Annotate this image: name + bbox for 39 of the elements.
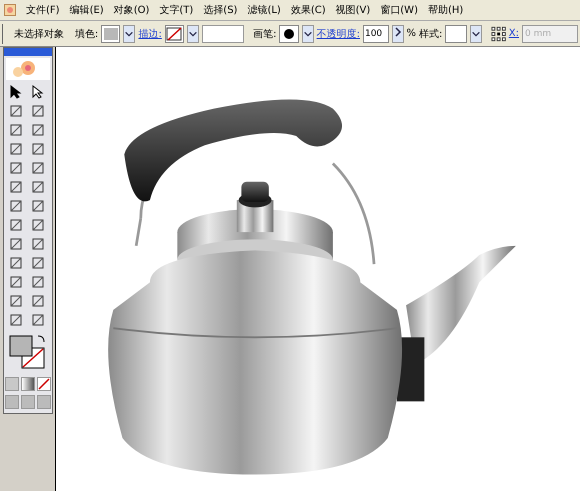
fill-swatch[interactable] (101, 24, 120, 42)
opacity-arrow-button[interactable] (392, 24, 404, 42)
opacity-link[interactable]: 不透明度: (316, 26, 360, 40)
gradient-mode-icon[interactable] (21, 377, 35, 391)
menu-item[interactable]: 效果(C) (290, 3, 326, 17)
reference-point-icon[interactable] (490, 26, 506, 42)
menu-item[interactable]: 视图(V) (336, 3, 370, 17)
menu-item[interactable]: 帮助(H) (428, 3, 464, 17)
style-swatch[interactable] (445, 24, 466, 42)
selection-status: 未选择对象 (14, 28, 64, 40)
brush-label: 画笔: (253, 28, 276, 40)
menu-item[interactable]: 滤镜(L) (247, 3, 281, 17)
menu-item[interactable]: 窗口(W) (380, 3, 418, 17)
brush-swatch[interactable] (279, 24, 299, 42)
menu-item[interactable]: 编辑(E) (70, 3, 104, 17)
flower-logo-icon (6, 58, 50, 80)
dropdown-button[interactable] (187, 24, 199, 42)
stroke-weight-field[interactable] (202, 24, 244, 42)
stroke-none-swatch[interactable] (164, 24, 184, 42)
opacity-field[interactable]: 100 (362, 24, 389, 42)
fill-label: 填色: (74, 28, 98, 40)
style-label: 样式: (419, 28, 442, 40)
dropdown-button[interactable] (302, 24, 314, 42)
stroke-link[interactable]: 描边: (138, 26, 162, 40)
x-link[interactable]: X: (508, 28, 519, 39)
menu-item[interactable]: 文件(F) (26, 3, 60, 17)
menu-item[interactable]: 文字(T) (159, 3, 194, 17)
app-icon (4, 4, 16, 16)
none-mode-icon[interactable] (37, 377, 51, 391)
menu-item[interactable]: 选择(S) (203, 3, 238, 17)
dropdown-button[interactable] (470, 24, 482, 42)
direct-selection-icon[interactable] (30, 84, 46, 100)
dropdown-button[interactable] (123, 24, 136, 42)
panel-title-bar (4, 48, 52, 56)
menu-item[interactable]: 对象(O) (114, 3, 150, 17)
chevron-right-icon (394, 27, 402, 37)
selection-arrow-icon[interactable] (8, 84, 24, 100)
percent-sign: % (406, 28, 416, 39)
color-mode-icon[interactable] (5, 377, 19, 391)
